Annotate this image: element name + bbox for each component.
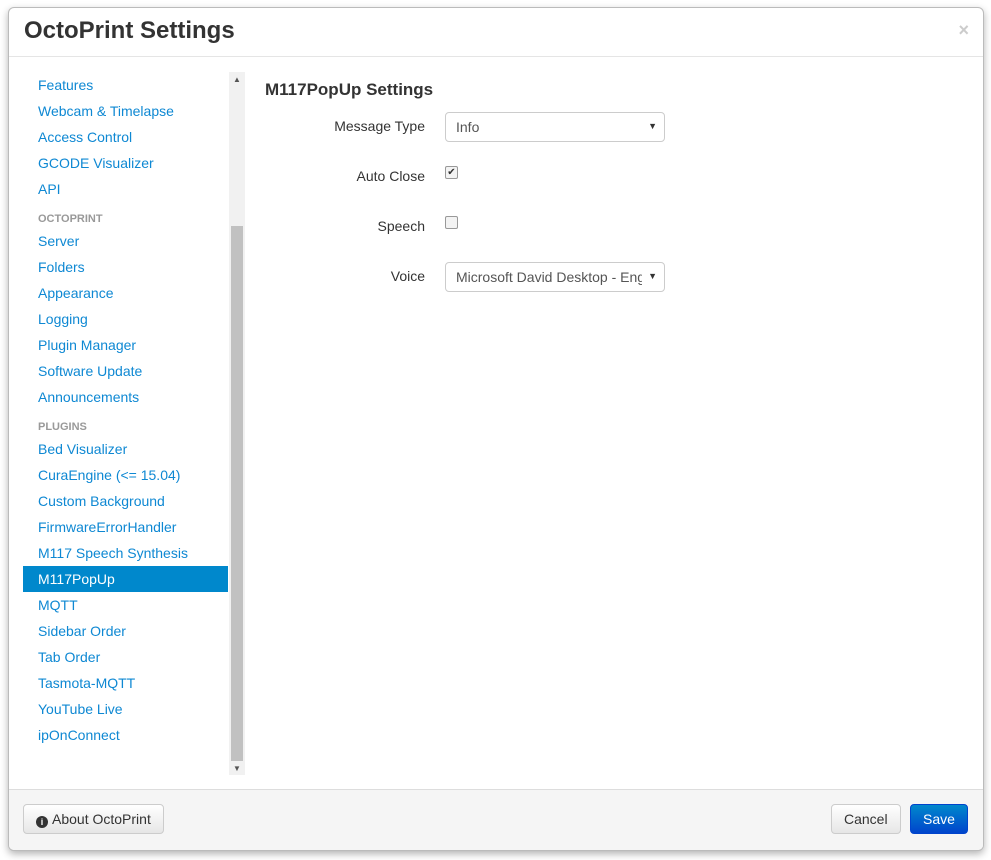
settings-dialog: OctoPrint Settings × FeaturesFeaturesWeb… [8,7,984,851]
sidebar-item-tab-order[interactable]: Tab Order [23,644,228,670]
speech-label: Speech [377,218,425,234]
sidebar-item-m117popup[interactable]: M117PopUp [23,566,228,592]
info-icon: i [36,816,48,828]
voice-select[interactable]: Microsoft David Desktop - English▼ [445,262,665,292]
voice-row: Voice Microsoft David Desktop - English▼ [265,262,685,292]
cancel-button[interactable]: Cancel [831,804,901,834]
close-icon[interactable]: × [958,20,969,41]
message-type-row: Message Type Info ▼ [265,112,685,142]
dialog-title: OctoPrint Settings [24,17,235,44]
plugin-settings: M117PopUp Settings Message Type Info ▼ Au… [265,80,665,292]
sidebar-scrollbar[interactable]: ▲ ▼ [229,72,245,775]
sidebar-item-logging[interactable]: Logging [23,306,228,332]
voice-label: Voice [390,268,425,284]
scroll-up-icon[interactable]: ▲ [233,75,241,84]
section-title: M117PopUp Settings [265,80,434,99]
sidebar-item-sidebar-order[interactable]: Sidebar Order [23,618,228,644]
sidebar-item-custom-background[interactable]: Custom Background [23,488,228,514]
sidebar-item-announcements[interactable]: Announcements [23,384,228,410]
sidebar-item-webcam-timelapse[interactable]: Webcam & Timelapse [23,98,228,124]
scroll-down-icon[interactable]: ▼ [233,764,241,773]
sidebar-item-youtube-live[interactable]: YouTube Live [23,696,228,722]
about-button[interactable]: i About OctoPrint [23,804,164,834]
sidebar-item-firmwareerrorhandler[interactable]: FirmwareErrorHandler [23,514,228,540]
sidebar-item-folders[interactable]: Folders [23,254,228,280]
sidebar-item-bed-visualizer[interactable]: Bed Visualizer [23,436,228,462]
chevron-down-icon: ▼ [648,271,657,281]
scrollbar-thumb[interactable] [231,226,243,761]
sidebar-item-curaengine-15-04-[interactable]: CuraEngine (<= 15.04) [23,462,228,488]
save-button[interactable]: Save [910,804,968,834]
dialog-footer: i About OctoPrint Cancel Save [9,789,983,850]
chevron-down-icon: ▼ [648,121,657,131]
sidebar-item-server[interactable]: Server [23,228,228,254]
sidebar-item-features[interactable]: Features [23,72,228,98]
sidebar-item-tasmota-mqtt[interactable]: Tasmota-MQTT [23,670,228,696]
sidebar-item-m117-speech-synthesis[interactable]: M117 Speech Synthesis [23,540,228,566]
sidebar-item-appearance[interactable]: Appearance [23,280,228,306]
auto-close-checkbox[interactable]: ✔ [445,166,458,179]
sidebar-item-api[interactable]: API [23,176,228,202]
dialog-header: OctoPrint Settings × [9,8,983,57]
message-type-label: Message Type [334,118,425,134]
sidebar-item-gcode-visualizer[interactable]: GCODE Visualizer [23,150,228,176]
sidebar-item-plugin-manager[interactable]: Plugin Manager [23,332,228,358]
sidebar-section-header: Plugins [38,421,87,433]
auto-close-row: Auto Close ✔ [265,162,685,192]
speech-row: Speech [265,212,685,242]
speech-checkbox[interactable] [445,216,458,229]
message-type-select[interactable]: Info ▼ [445,112,665,142]
sidebar-section-header: OctoPrint [38,213,103,225]
settings-sidebar: FeaturesFeaturesWebcam & TimelapseAccess… [23,72,245,775]
sidebar-item-access-control[interactable]: Access Control [23,124,228,150]
sidebar-item-iponconnect[interactable]: ipOnConnect [23,722,228,748]
sidebar-item-software-update[interactable]: Software Update [23,358,228,384]
auto-close-label: Auto Close [356,168,425,184]
sidebar-item-mqtt[interactable]: MQTT [23,592,228,618]
